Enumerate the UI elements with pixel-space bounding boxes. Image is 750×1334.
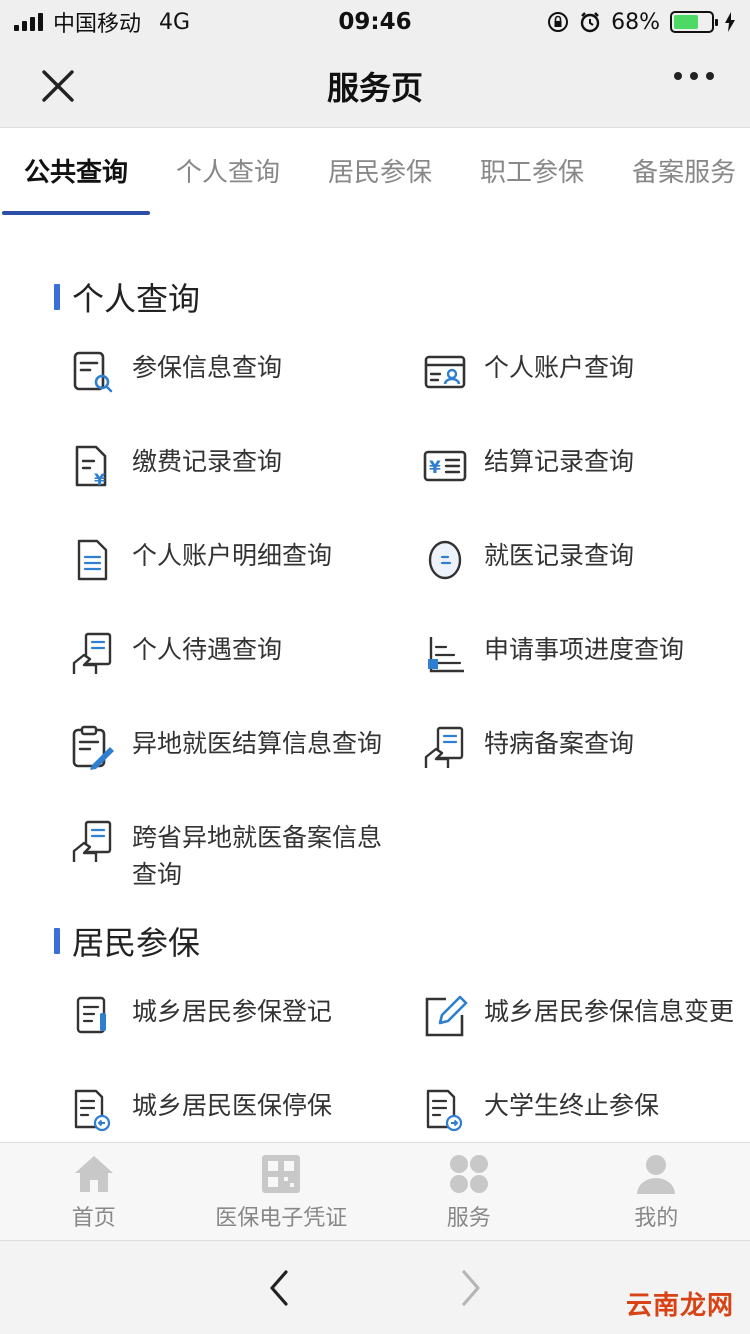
carrier-name: 中国移动	[53, 12, 142, 37]
service-item-label: 个人账户明细查询	[132, 541, 333, 570]
bottom-tab-mine[interactable]: 我的	[563, 1143, 750, 1240]
service-item-label: 结算记录查询	[484, 447, 635, 476]
section-marker	[54, 928, 60, 954]
bottom-tab-home[interactable]: 首页	[0, 1143, 188, 1240]
nav-bar: 服务页	[0, 44, 750, 128]
battery-fill	[674, 15, 699, 29]
account-card-icon	[424, 355, 466, 389]
service-item-medical-record-query[interactable]: 就医记录查询	[410, 523, 740, 617]
tab-public-query[interactable]: 公共查询	[0, 129, 152, 219]
service-item-label: 申请事项进度查询	[484, 635, 685, 664]
section-header-personal-query: 个人查询	[0, 269, 750, 325]
service-item-insurance-info-query[interactable]: 参保信息查询	[70, 335, 410, 429]
progress-chart-icon	[428, 637, 464, 673]
service-item-settlement-record-query[interactable]: ¥ 结算记录查询	[410, 429, 740, 523]
alarm-icon	[580, 12, 600, 33]
grid-icon	[449, 1154, 488, 1193]
tab-resident-insurance[interactable]: 居民参保	[304, 129, 456, 219]
battery-percent: 68%	[611, 9, 660, 35]
status-bar: 中国移动 4G 09:46 68%	[0, 0, 750, 44]
service-item-cross-province-filing-query[interactable]: 跨省异地就医备案信息查询	[70, 805, 410, 899]
service-item-account-detail-query[interactable]: 个人账户明细查询	[70, 523, 410, 617]
category-tabs: 公共查询 个人查询 居民参保 职工参保 备案服务	[0, 129, 750, 219]
personal-query-grid: 参保信息查询 个人账户查询 ¥ 缴费记录查询 ¥ 结算记录查询 个人账户明细查询…	[0, 335, 750, 899]
service-item-payment-record-query[interactable]: ¥ 缴费记录查询	[70, 429, 410, 523]
tab-filing-service[interactable]: 备案服务	[608, 129, 750, 219]
charging-icon	[725, 12, 735, 32]
bottom-tab-label: 医保电子凭证	[215, 1205, 348, 1231]
back-arrow-icon[interactable]	[260, 1268, 300, 1308]
home-icon	[74, 1155, 113, 1192]
forward-arrow-icon[interactable]	[450, 1268, 490, 1308]
service-item-application-progress-query[interactable]: 申请事项进度查询	[410, 617, 740, 711]
page-title: 服务页	[326, 68, 423, 107]
service-content[interactable]: 个人查询 参保信息查询 个人账户查询 ¥ 缴费记录查询 ¥ 结算记录查询 个人账…	[0, 219, 750, 1142]
service-item-personal-account-query[interactable]: 个人账户查询	[410, 335, 740, 429]
tab-employee-insurance[interactable]: 职工参保	[456, 129, 608, 219]
bottom-tab-services[interactable]: 服务	[375, 1143, 563, 1240]
bottom-tab-bar: 首页 医保电子凭证 服务 我的	[0, 1142, 750, 1240]
service-item-label: 就医记录查询	[484, 541, 635, 570]
service-item-personal-benefit-query[interactable]: 个人待遇查询	[70, 617, 410, 711]
section-header-resident-insurance: 居民参保	[0, 913, 750, 969]
service-item-label: 异地就医结算信息查询	[132, 729, 383, 758]
watermark: 云南龙网	[625, 1291, 734, 1321]
qr-code-icon	[262, 1154, 301, 1193]
hand-document-icon	[424, 726, 464, 768]
bottom-tab-label: 我的	[634, 1205, 679, 1231]
hand-document-icon	[72, 820, 112, 862]
edit-square-icon	[425, 995, 468, 1037]
svg-text:¥: ¥	[429, 458, 441, 478]
bottom-tab-label: 首页	[71, 1205, 116, 1231]
capsule-icon	[428, 540, 462, 580]
user-icon	[637, 1154, 676, 1194]
section-title: 个人查询	[72, 280, 201, 318]
document-lines-icon	[77, 539, 108, 581]
document-search-icon	[73, 351, 113, 393]
close-icon[interactable]	[38, 66, 78, 106]
service-item-label: 城乡居民医保停保	[132, 1091, 333, 1120]
service-item-label: 跨省异地就医备案信息查询	[132, 823, 383, 889]
bottom-tab-e-certificate[interactable]: 医保电子凭证	[188, 1143, 376, 1240]
hand-document-icon	[72, 632, 112, 674]
tab-personal-query[interactable]: 个人查询	[152, 129, 304, 219]
clipboard-pen-icon	[72, 725, 114, 770]
section-title: 居民参保	[72, 924, 201, 962]
status-left: 中国移动 4G	[14, 6, 190, 38]
service-item-label: 缴费记录查询	[132, 447, 283, 476]
service-item-special-disease-filing-query[interactable]: 特病备案查询	[410, 711, 740, 805]
document-forward-icon	[426, 1089, 463, 1132]
battery-icon	[670, 11, 718, 33]
signal-icon	[14, 13, 43, 31]
service-item-label: 参保信息查询	[132, 353, 283, 382]
service-item-resident-suspend[interactable]: 城乡居民医保停保	[70, 1073, 410, 1142]
service-item-resident-registration[interactable]: 城乡居民参保登记	[70, 979, 410, 1073]
service-item-resident-info-change[interactable]: 城乡居民参保信息变更	[410, 979, 740, 1073]
document-back-icon	[74, 1089, 111, 1132]
service-item-remote-settlement-query[interactable]: 异地就医结算信息查询	[70, 711, 410, 805]
svg-text:¥: ¥	[94, 470, 105, 489]
browser-toolbar: 云南龙网	[0, 1240, 750, 1334]
service-item-label: 特病备案查询	[484, 729, 635, 758]
payment-document-icon: ¥	[75, 445, 107, 489]
service-item-student-terminate[interactable]: 大学生终止参保	[410, 1073, 740, 1142]
network-type: 4G	[159, 9, 191, 35]
more-icon[interactable]	[674, 72, 714, 80]
service-item-label: 个人待遇查询	[132, 635, 283, 664]
section-marker	[54, 284, 60, 310]
resident-insurance-grid: 城乡居民参保登记 城乡居民参保信息变更 城乡居民医保停保 大学生终止参保	[0, 979, 750, 1142]
register-document-icon	[76, 996, 106, 1034]
service-item-label: 城乡居民参保信息变更	[484, 997, 735, 1026]
rotation-lock-icon	[548, 12, 569, 32]
service-item-label: 个人账户查询	[484, 353, 635, 382]
service-item-label: 大学生终止参保	[484, 1091, 660, 1120]
service-item-label: 城乡居民参保登记	[132, 997, 333, 1026]
bottom-tab-label: 服务	[446, 1205, 491, 1231]
yuan-card-icon: ¥	[423, 450, 467, 482]
status-right: 68%	[547, 10, 736, 35]
